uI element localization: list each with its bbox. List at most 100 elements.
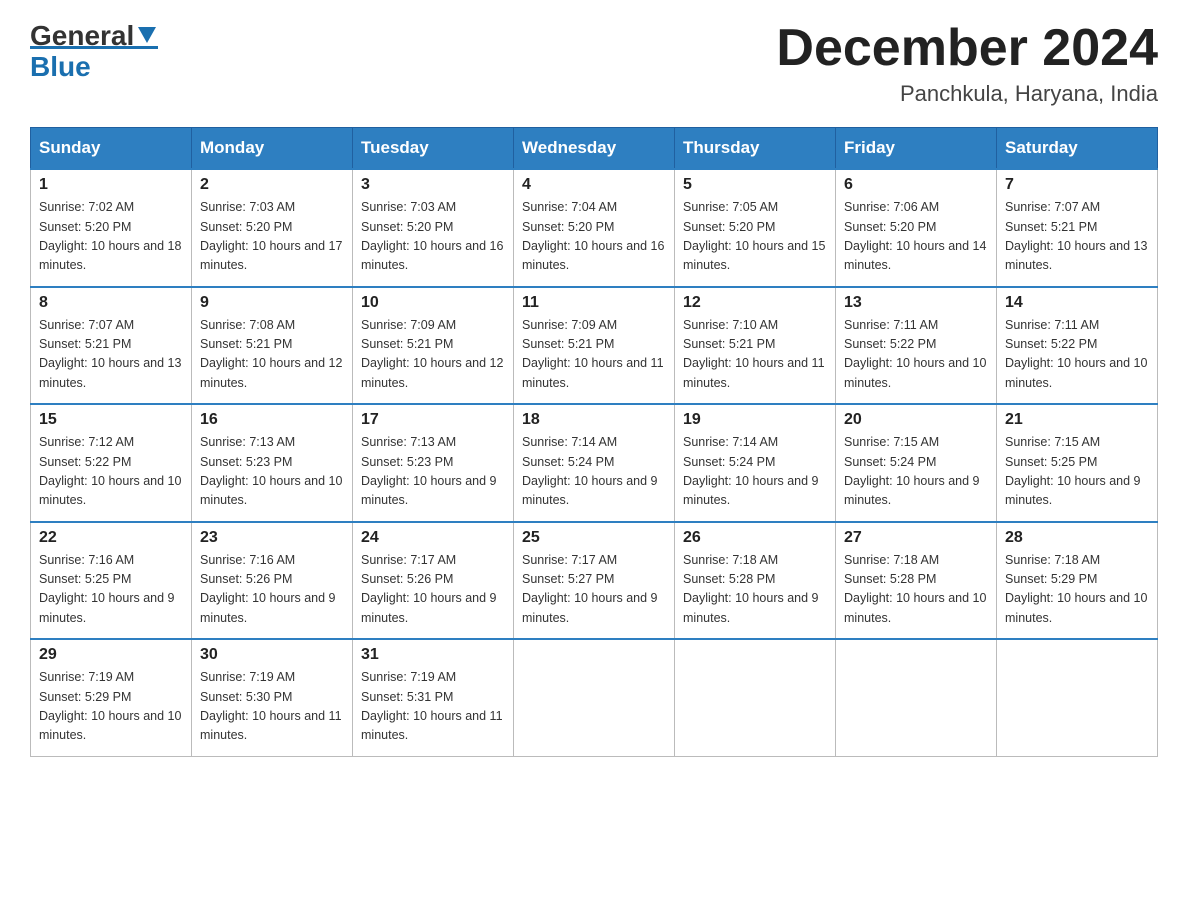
calendar-cell (675, 639, 836, 756)
day-number: 24 (361, 529, 505, 547)
day-number: 28 (1005, 529, 1149, 547)
day-info: Sunrise: 7:03 AMSunset: 5:20 PMDaylight:… (200, 198, 344, 276)
day-info: Sunrise: 7:19 AMSunset: 5:31 PMDaylight:… (361, 668, 505, 746)
calendar-cell: 31Sunrise: 7:19 AMSunset: 5:31 PMDayligh… (353, 639, 514, 756)
day-info: Sunrise: 7:11 AMSunset: 5:22 PMDaylight:… (844, 316, 988, 394)
day-number: 6 (844, 176, 988, 194)
day-info: Sunrise: 7:07 AMSunset: 5:21 PMDaylight:… (39, 316, 183, 394)
day-number: 8 (39, 294, 183, 312)
calendar-cell: 23 Sunrise: 7:16 AMSunset: 5:26 PMDayligh… (192, 522, 353, 640)
day-number: 1 (39, 176, 183, 194)
calendar-cell: 16 Sunrise: 7:13 AMSunset: 5:23 PMDayligh… (192, 404, 353, 522)
calendar-cell: 29Sunrise: 7:19 AMSunset: 5:29 PMDayligh… (31, 639, 192, 756)
day-number: 21 (1005, 411, 1149, 429)
day-info: Sunrise: 7:04 AMSunset: 5:20 PMDaylight:… (522, 198, 666, 276)
day-info: Sunrise: 7:17 AMSunset: 5:27 PMDaylight:… (522, 551, 666, 629)
calendar-header-row: SundayMondayTuesdayWednesdayThursdayFrid… (31, 128, 1158, 170)
day-number: 27 (844, 529, 988, 547)
day-info: Sunrise: 7:16 AMSunset: 5:25 PMDaylight:… (39, 551, 183, 629)
day-info: Sunrise: 7:18 AMSunset: 5:28 PMDaylight:… (683, 551, 827, 629)
day-number: 25 (522, 529, 666, 547)
calendar-cell: 28 Sunrise: 7:18 AMSunset: 5:29 PMDayligh… (997, 522, 1158, 640)
day-info: Sunrise: 7:02 AMSunset: 5:20 PMDaylight:… (39, 198, 183, 276)
day-info: Sunrise: 7:07 AMSunset: 5:21 PMDaylight:… (1005, 198, 1149, 276)
day-header-monday: Monday (192, 128, 353, 170)
calendar-week-row: 22 Sunrise: 7:16 AMSunset: 5:25 PMDayligh… (31, 522, 1158, 640)
calendar-cell: 12Sunrise: 7:10 AMSunset: 5:21 PMDayligh… (675, 287, 836, 405)
day-number: 15 (39, 411, 183, 429)
calendar-cell (997, 639, 1158, 756)
day-number: 16 (200, 411, 344, 429)
day-number: 3 (361, 176, 505, 194)
day-header-thursday: Thursday (675, 128, 836, 170)
calendar-cell: 17 Sunrise: 7:13 AMSunset: 5:23 PMDayligh… (353, 404, 514, 522)
calendar-week-row: 15 Sunrise: 7:12 AMSunset: 5:22 PMDayligh… (31, 404, 1158, 522)
day-header-wednesday: Wednesday (514, 128, 675, 170)
calendar-cell (514, 639, 675, 756)
day-number: 2 (200, 176, 344, 194)
day-number: 14 (1005, 294, 1149, 312)
day-header-friday: Friday (836, 128, 997, 170)
calendar-cell: 25 Sunrise: 7:17 AMSunset: 5:27 PMDayligh… (514, 522, 675, 640)
calendar-cell: 24Sunrise: 7:17 AMSunset: 5:26 PMDayligh… (353, 522, 514, 640)
calendar-week-row: 29Sunrise: 7:19 AMSunset: 5:29 PMDayligh… (31, 639, 1158, 756)
day-number: 22 (39, 529, 183, 547)
logo-triangle-icon (136, 23, 158, 45)
calendar-table: SundayMondayTuesdayWednesdayThursdayFrid… (30, 127, 1158, 757)
day-info: Sunrise: 7:10 AMSunset: 5:21 PMDaylight:… (683, 316, 827, 394)
calendar-cell: 18 Sunrise: 7:14 AMSunset: 5:24 PMDayligh… (514, 404, 675, 522)
day-number: 23 (200, 529, 344, 547)
day-number: 26 (683, 529, 827, 547)
day-number: 13 (844, 294, 988, 312)
day-number: 30 (200, 646, 344, 664)
calendar-cell: 20Sunrise: 7:15 AMSunset: 5:24 PMDayligh… (836, 404, 997, 522)
calendar-cell: 27 Sunrise: 7:18 AMSunset: 5:28 PMDayligh… (836, 522, 997, 640)
day-info: Sunrise: 7:13 AMSunset: 5:23 PMDaylight:… (200, 433, 344, 511)
calendar-week-row: 8 Sunrise: 7:07 AMSunset: 5:21 PMDaylight… (31, 287, 1158, 405)
day-info: Sunrise: 7:06 AMSunset: 5:20 PMDaylight:… (844, 198, 988, 276)
calendar-cell: 13 Sunrise: 7:11 AMSunset: 5:22 PMDayligh… (836, 287, 997, 405)
logo: General Blue (30, 20, 158, 83)
day-number: 20 (844, 411, 988, 429)
day-number: 10 (361, 294, 505, 312)
day-number: 17 (361, 411, 505, 429)
calendar-cell: 22 Sunrise: 7:16 AMSunset: 5:25 PMDayligh… (31, 522, 192, 640)
title-block: December 2024 Panchkula, Haryana, India (776, 20, 1158, 107)
day-info: Sunrise: 7:12 AMSunset: 5:22 PMDaylight:… (39, 433, 183, 511)
calendar-cell: 6 Sunrise: 7:06 AMSunset: 5:20 PMDaylight… (836, 169, 997, 287)
calendar-cell: 5Sunrise: 7:05 AMSunset: 5:20 PMDaylight… (675, 169, 836, 287)
day-number: 18 (522, 411, 666, 429)
calendar-cell: 7 Sunrise: 7:07 AMSunset: 5:21 PMDaylight… (997, 169, 1158, 287)
day-info: Sunrise: 7:19 AMSunset: 5:29 PMDaylight:… (39, 668, 183, 746)
calendar-cell: 30Sunrise: 7:19 AMSunset: 5:30 PMDayligh… (192, 639, 353, 756)
day-header-tuesday: Tuesday (353, 128, 514, 170)
calendar-cell: 3Sunrise: 7:03 AMSunset: 5:20 PMDaylight… (353, 169, 514, 287)
day-info: Sunrise: 7:11 AMSunset: 5:22 PMDaylight:… (1005, 316, 1149, 394)
page-header: General Blue December 2024 Panchkula, Ha… (30, 20, 1158, 107)
day-info: Sunrise: 7:14 AMSunset: 5:24 PMDaylight:… (522, 433, 666, 511)
calendar-cell: 14 Sunrise: 7:11 AMSunset: 5:22 PMDayligh… (997, 287, 1158, 405)
calendar-cell: 11Sunrise: 7:09 AMSunset: 5:21 PMDayligh… (514, 287, 675, 405)
day-info: Sunrise: 7:05 AMSunset: 5:20 PMDaylight:… (683, 198, 827, 276)
day-header-saturday: Saturday (997, 128, 1158, 170)
day-info: Sunrise: 7:18 AMSunset: 5:28 PMDaylight:… (844, 551, 988, 629)
day-number: 19 (683, 411, 827, 429)
calendar-cell: 10 Sunrise: 7:09 AMSunset: 5:21 PMDayligh… (353, 287, 514, 405)
calendar-cell: 19Sunrise: 7:14 AMSunset: 5:24 PMDayligh… (675, 404, 836, 522)
calendar-week-row: 1 Sunrise: 7:02 AMSunset: 5:20 PMDaylight… (31, 169, 1158, 287)
calendar-cell: 15 Sunrise: 7:12 AMSunset: 5:22 PMDayligh… (31, 404, 192, 522)
day-info: Sunrise: 7:18 AMSunset: 5:29 PMDaylight:… (1005, 551, 1149, 629)
day-info: Sunrise: 7:15 AMSunset: 5:25 PMDaylight:… (1005, 433, 1149, 511)
day-header-sunday: Sunday (31, 128, 192, 170)
month-title: December 2024 (776, 20, 1158, 77)
calendar-cell: 4Sunrise: 7:04 AMSunset: 5:20 PMDaylight… (514, 169, 675, 287)
calendar-cell (836, 639, 997, 756)
calendar-cell: 8 Sunrise: 7:07 AMSunset: 5:21 PMDaylight… (31, 287, 192, 405)
day-number: 7 (1005, 176, 1149, 194)
day-info: Sunrise: 7:13 AMSunset: 5:23 PMDaylight:… (361, 433, 505, 511)
day-info: Sunrise: 7:09 AMSunset: 5:21 PMDaylight:… (522, 316, 666, 394)
calendar-cell: 1 Sunrise: 7:02 AMSunset: 5:20 PMDaylight… (31, 169, 192, 287)
day-info: Sunrise: 7:16 AMSunset: 5:26 PMDaylight:… (200, 551, 344, 629)
logo-blue-text: Blue (30, 46, 158, 83)
day-info: Sunrise: 7:09 AMSunset: 5:21 PMDaylight:… (361, 316, 505, 394)
